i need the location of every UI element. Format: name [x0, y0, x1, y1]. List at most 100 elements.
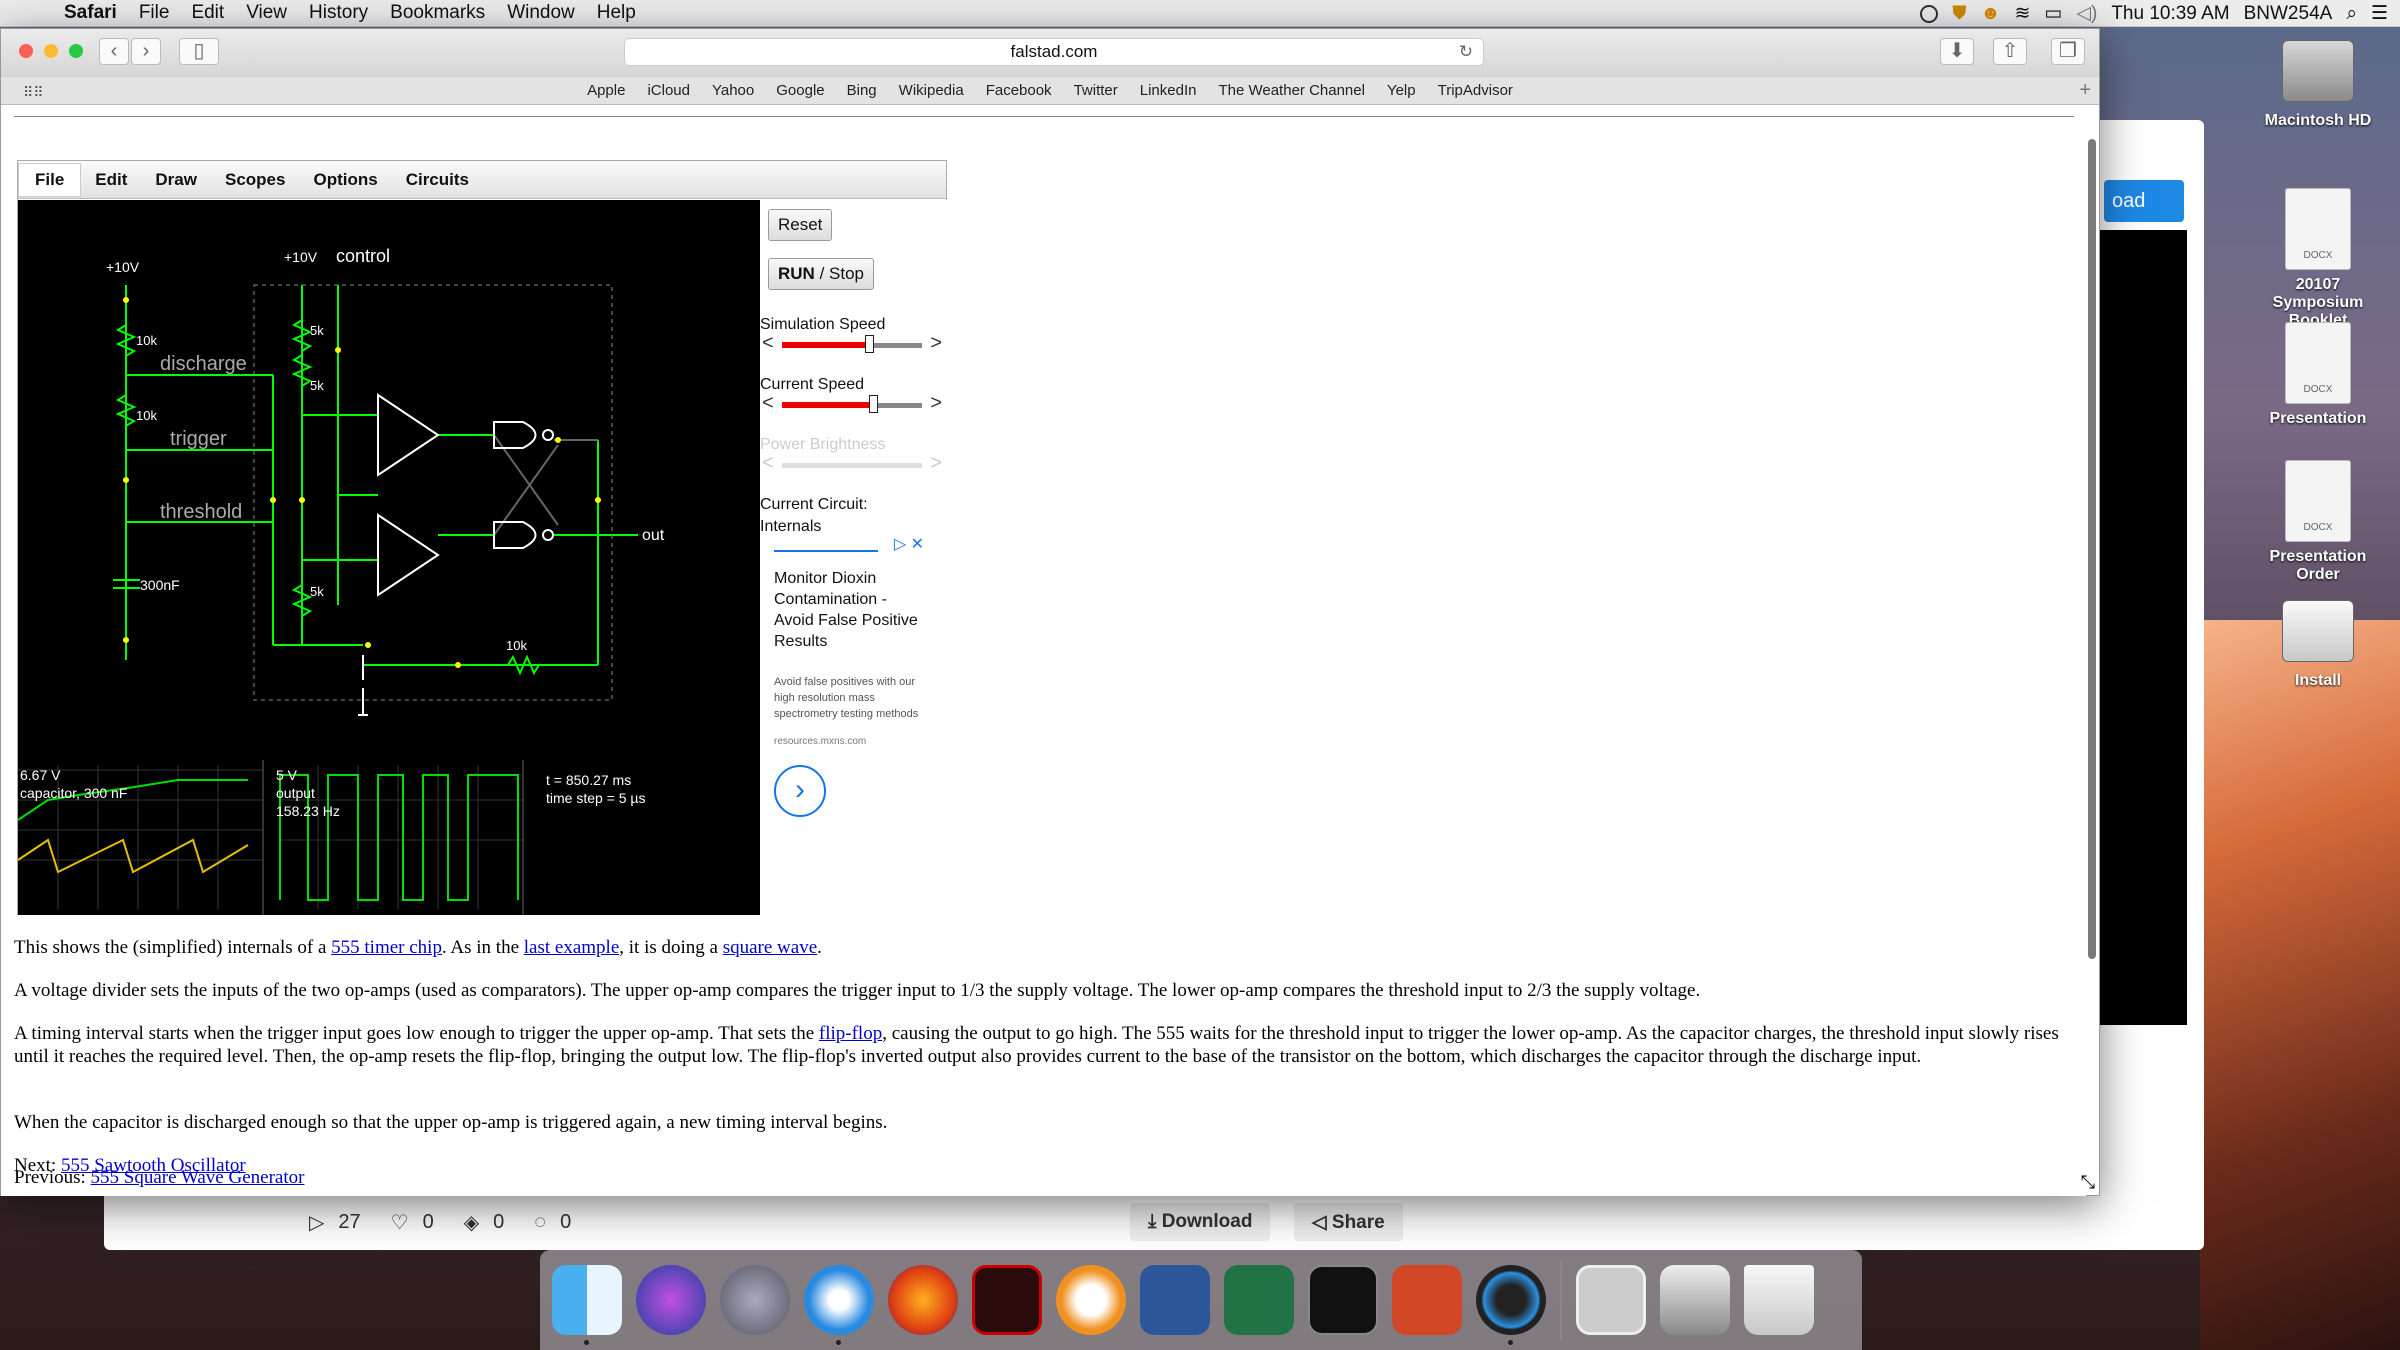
favorites-grid-icon[interactable]: ⠿⠿ — [23, 84, 44, 101]
link-previous-square-wave[interactable]: 555 Square Wave Generator — [91, 1167, 305, 1188]
desktop-icon-symposium-booklet[interactable]: DOCX 20107 Symposium Booklet — [2258, 188, 2378, 330]
new-tab-icon[interactable]: + — [2079, 79, 2091, 102]
favorite-yahoo[interactable]: Yahoo — [701, 82, 765, 99]
circuit-simulator-applet[interactable]: File Edit Draw Scopes Options Circuits +… — [17, 160, 948, 915]
menu-window[interactable]: Window — [496, 2, 586, 24]
dock-trash-icon[interactable] — [1744, 1265, 1814, 1335]
applet-menu-file[interactable]: File — [18, 162, 82, 197]
dock-terminal-icon[interactable] — [1308, 1265, 1378, 1335]
wifi-icon[interactable]: ≋ — [2014, 2, 2030, 25]
menu-help[interactable]: Help — [586, 2, 647, 24]
applet-menu-scopes[interactable]: Scopes — [211, 170, 299, 190]
link-last-example[interactable]: last example — [524, 937, 620, 958]
run-stop-button[interactable]: RUN / Stop — [768, 258, 874, 290]
slider-knob[interactable] — [864, 335, 874, 353]
link-flip-flop[interactable]: flip-flop — [819, 1023, 882, 1044]
desktop-icon-presentation-order[interactable]: DOCX Presentation Order — [2258, 460, 2378, 584]
link-square-wave[interactable]: square wave — [723, 937, 817, 958]
shield-icon[interactable]: ⛊ — [1952, 3, 1966, 25]
dock-preview-icon[interactable] — [1660, 1265, 1730, 1335]
ad-arrow-icon[interactable]: › — [774, 765, 826, 817]
dock-excel-icon[interactable] — [1224, 1265, 1294, 1335]
current-speed-slider[interactable]: < > — [762, 392, 942, 415]
slider-right-arrow-icon[interactable]: > — [930, 392, 942, 415]
favorite-icloud[interactable]: iCloud — [636, 82, 701, 99]
menu-app-safari[interactable]: Safari — [60, 2, 128, 24]
circuit-diagram[interactable]: +10V +10V control 10k 10k 5k 5k 5k 10k d… — [17, 200, 760, 915]
desktop-icon-macintosh-hd[interactable]: Macintosh HD — [2258, 40, 2378, 130]
forward-button[interactable]: › — [131, 38, 161, 65]
page-content[interactable]: File Edit Draw Scopes Options Circuits +… — [1, 106, 2086, 1196]
favorite-apple[interactable]: Apple — [576, 82, 636, 99]
slider-left-arrow-icon[interactable]: < — [762, 332, 774, 355]
menu-bookmarks[interactable]: Bookmarks — [379, 2, 496, 24]
address-bar[interactable]: falstad.com ↻ — [624, 38, 1484, 66]
dock-quicktime-icon[interactable] — [1476, 1265, 1546, 1345]
page-scrollbar[interactable] — [2087, 109, 2097, 959]
minimize-window-button[interactable] — [44, 44, 58, 58]
circuit-canvas[interactable]: +10V +10V control 10k 10k 5k 5k 5k 10k d… — [17, 200, 760, 915]
spotlight-icon[interactable]: ⌕ — [2346, 3, 2357, 25]
layers-icon[interactable]: ◈ — [464, 1210, 479, 1235]
favorite-bing[interactable]: Bing — [836, 82, 888, 99]
dock-firefox-icon[interactable] — [888, 1265, 958, 1335]
background-upload-button[interactable]: oad — [2104, 180, 2184, 222]
close-window-button[interactable] — [19, 44, 33, 58]
slider-left-arrow-icon[interactable]: < — [762, 392, 774, 415]
reset-button[interactable]: Reset — [768, 209, 833, 241]
volume-icon[interactable]: ◁) — [2076, 2, 2097, 25]
favorite-facebook[interactable]: Facebook — [975, 82, 1063, 99]
menu-edit[interactable]: Edit — [180, 2, 235, 24]
comment-icon[interactable]: ◌ — [534, 1211, 546, 1234]
download-button[interactable]: ⤓ Download — [1130, 1203, 1271, 1241]
dock-safari-icon[interactable] — [804, 1265, 874, 1345]
favorite-yelp[interactable]: Yelp — [1376, 82, 1427, 99]
simulation-speed-slider[interactable]: < > — [762, 332, 942, 355]
favorite-wikipedia[interactable]: Wikipedia — [888, 82, 975, 99]
favorite-linkedin[interactable]: LinkedIn — [1129, 82, 1208, 99]
favorite-twitter[interactable]: Twitter — [1063, 82, 1129, 99]
slider-knob[interactable] — [869, 395, 878, 413]
link-555-timer-chip[interactable]: 555 timer chip — [331, 937, 442, 958]
dock-launchpad-icon[interactable] — [720, 1265, 790, 1335]
favorite-google[interactable]: Google — [765, 82, 835, 99]
advertisement[interactable]: ▷ ✕ Monitor Dioxin Contamination - Avoid… — [774, 536, 924, 817]
display-icon[interactable]: ▭ — [2044, 2, 2062, 25]
notification-center-icon[interactable]: ☰ — [2371, 2, 2388, 25]
tabs-overview-icon[interactable]: ❐ — [2051, 38, 2085, 65]
clock[interactable]: Thu 10:39 AM — [2111, 3, 2229, 25]
applet-menu-draw[interactable]: Draw — [141, 170, 211, 190]
dock-siri-icon[interactable] — [636, 1265, 706, 1335]
ad-title[interactable]: Monitor Dioxin Contamination - Avoid Fal… — [774, 568, 924, 652]
menu-history[interactable]: History — [298, 2, 379, 24]
back-button[interactable]: ‹ — [99, 38, 129, 65]
zoom-window-button[interactable] — [69, 44, 83, 58]
share-icon[interactable]: ⇧ — [1993, 38, 2027, 65]
heart-icon[interactable]: ♡ — [391, 1210, 409, 1235]
record-icon[interactable] — [1920, 4, 1939, 23]
slider-right-arrow-icon[interactable]: > — [930, 332, 942, 355]
dock-acrobat-icon[interactable] — [972, 1265, 1042, 1335]
play-icon[interactable]: ▷ — [309, 1210, 324, 1235]
reload-icon[interactable]: ↻ — [1459, 39, 1473, 65]
menu-view[interactable]: View — [235, 2, 298, 24]
dock-powerpoint-icon[interactable] — [1392, 1265, 1462, 1335]
share-button[interactable]: ◁ Share — [1294, 1203, 1403, 1241]
menu-file[interactable]: File — [128, 2, 181, 24]
user-status-icon[interactable]: ☻ — [1980, 3, 2000, 25]
applet-menu-edit[interactable]: Edit — [81, 170, 141, 190]
applet-menu-options[interactable]: Options — [299, 170, 391, 190]
dock-word-icon[interactable] — [1140, 1265, 1210, 1335]
dock-photo-icon[interactable] — [1576, 1265, 1646, 1335]
favorite-tripadvisor[interactable]: TripAdvisor — [1427, 82, 1524, 99]
adchoices-icon[interactable]: ▷ ✕ — [894, 534, 924, 554]
downloads-icon[interactable]: ⬇ — [1940, 38, 1974, 65]
sidebar-toggle-icon[interactable]: ▯ — [179, 38, 219, 65]
resize-handle-icon[interactable]: ⤡ — [2081, 1172, 2095, 1193]
favorite-weather-channel[interactable]: The Weather Channel — [1207, 82, 1375, 99]
dock-finder-icon[interactable] — [552, 1265, 622, 1345]
applet-menu-circuits[interactable]: Circuits — [392, 170, 483, 190]
scrollbar-thumb[interactable] — [2088, 139, 2096, 959]
dock-ibooks-icon[interactable] — [1056, 1265, 1126, 1335]
desktop-icon-presentation[interactable]: DOCX Presentation — [2258, 322, 2378, 428]
